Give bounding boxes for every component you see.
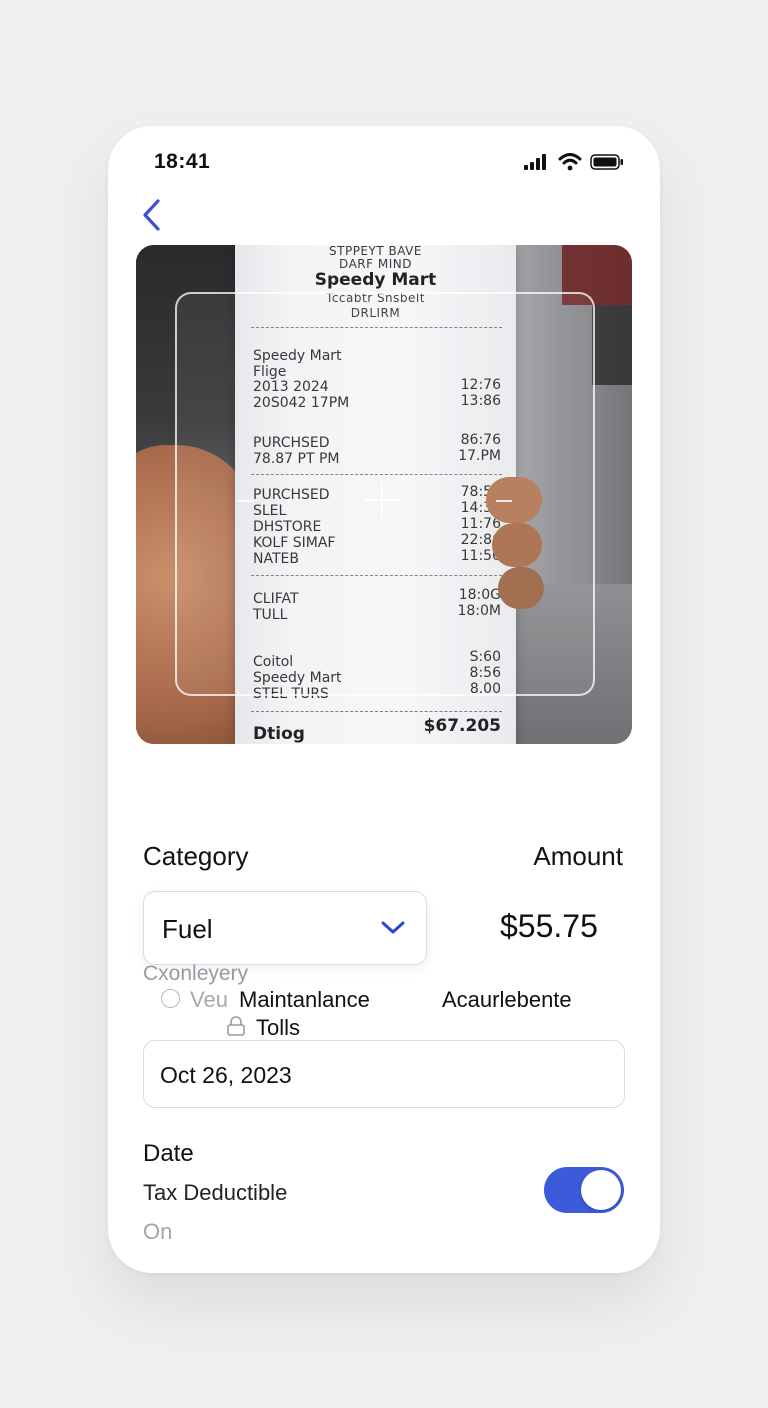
scan-guide-tick [496,500,512,502]
battery-icon [590,154,623,170]
receipt-header-line: STPPEYT BAVE [329,245,422,258]
category-option-accessory[interactable]: Acaurlebente [442,987,572,1013]
chevron-left-icon [143,199,160,231]
tax-deductible-state: On [143,1219,173,1244]
radio-icon[interactable] [161,989,180,1008]
category-selected-value: Fuel [162,914,213,944]
receipt-divider [251,711,502,712]
date-value: Oct 26, 2023 [160,1062,292,1088]
dropdown-heading: Cxonleyery [143,962,249,985]
date-label: Date [143,1140,194,1167]
wifi-icon [558,153,582,171]
category-dropdown[interactable]: Fuel [143,891,427,965]
category-option-tolls[interactable]: Tolls [256,1015,300,1041]
tax-deductible-label: Tax Deductible [143,1180,288,1205]
chevron-down-icon [381,921,405,934]
amount-label: Amount [533,841,623,871]
date-field[interactable]: Oct 26, 2023 [143,1040,625,1108]
receipt-scan-preview[interactable]: STPPEYT BAVE DARF MIND Speedy Mart Tccab… [136,245,632,744]
receipt-header-line: DARF MIND [339,257,412,271]
signal-icon [524,154,546,170]
receipt-total-label: Dtiog [253,724,305,744]
receipt-total-value: $67.205 [423,716,501,736]
tax-deductible-toggle[interactable] [544,1167,624,1213]
toggle-knob [581,1170,621,1210]
category-option-maintenance[interactable]: Maintanlance [239,987,370,1013]
lock-icon [227,1016,245,1036]
category-label: Category [143,841,249,871]
back-button[interactable] [138,196,170,234]
crosshair-icon [364,482,400,518]
receipt-store-name: Speedy Mart [314,270,437,290]
phone-screen: 18:41 STPPEYT BAVE DARF MIND Speedy Mart… [108,126,660,1273]
status-time: 18:41 [154,150,211,173]
background-dark-object [592,305,632,385]
amount-value[interactable]: $55.75 [500,908,598,945]
status-icons [524,153,624,171]
category-option-veu[interactable]: Veu [190,987,228,1013]
status-bar: 18:41 [108,126,660,196]
scan-guide-tick [238,500,254,502]
